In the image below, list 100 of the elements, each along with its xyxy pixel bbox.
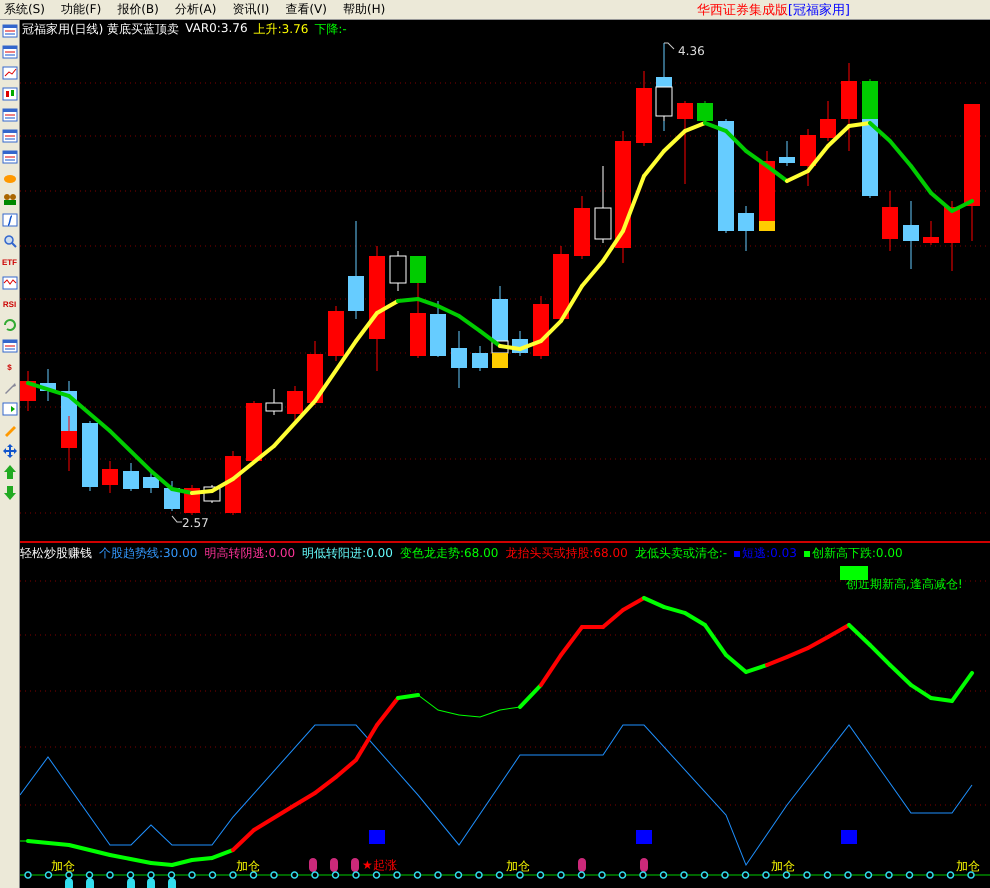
signal-dot bbox=[598, 871, 606, 879]
candlestick bbox=[779, 140, 795, 166]
menu-item[interactable]: 分析(A) bbox=[170, 1, 228, 18]
app-title: 华西证券集成版 bbox=[696, 2, 788, 18]
candlestick bbox=[328, 306, 344, 362]
signal-dot bbox=[250, 871, 258, 879]
candlestick bbox=[512, 330, 528, 356]
chart-legend-text: 上升:3.76 bbox=[254, 21, 308, 38]
signal-dot bbox=[270, 871, 278, 879]
toolbar-button[interactable]: RSI bbox=[1, 295, 18, 313]
candlestick bbox=[82, 420, 98, 492]
signal-dot bbox=[332, 871, 340, 879]
move-icon bbox=[2, 443, 18, 459]
square-icon bbox=[804, 550, 810, 556]
candlestick bbox=[738, 206, 754, 252]
candlestick bbox=[903, 200, 919, 270]
table-icon bbox=[2, 128, 18, 144]
toolbar-button[interactable] bbox=[1, 127, 18, 145]
indicator-legend-text: 龙低头卖或清仓:- bbox=[634, 545, 728, 562]
menu-item[interactable]: 报价(B) bbox=[113, 1, 171, 18]
signal-dot bbox=[639, 871, 647, 879]
sell-signal-marker bbox=[330, 858, 338, 872]
candlestick bbox=[164, 480, 180, 512]
buy-signal-marker bbox=[65, 878, 73, 888]
indicator-legend-text: 个股趋势线:30.00 bbox=[99, 545, 198, 562]
toolbar-button[interactable]: $ bbox=[1, 358, 18, 376]
signal-dot bbox=[926, 871, 934, 879]
signal-square bbox=[369, 830, 385, 844]
list-icon bbox=[2, 23, 18, 39]
signal-square bbox=[636, 830, 652, 844]
menu-item[interactable]: 查看(V) bbox=[281, 1, 339, 18]
indicator-name: 轻松炒股赚钱 bbox=[20, 545, 92, 562]
signal-dot bbox=[229, 871, 237, 879]
toolbar-button[interactable] bbox=[1, 442, 18, 460]
candlestick bbox=[40, 368, 56, 402]
candlestick bbox=[800, 128, 816, 186]
arrow-right-icon bbox=[2, 401, 18, 417]
sell-signal-marker bbox=[578, 858, 586, 872]
toolbar-button[interactable] bbox=[1, 64, 18, 82]
square-icon bbox=[734, 550, 740, 556]
table-icon bbox=[2, 44, 18, 60]
leader-line bbox=[172, 516, 182, 522]
signal-dot bbox=[844, 871, 852, 879]
sell-signal-marker bbox=[309, 858, 317, 872]
candlestick bbox=[266, 388, 282, 416]
rise-signal-label: ★起涨 bbox=[362, 858, 397, 872]
function-icon bbox=[2, 212, 18, 228]
signal-dot bbox=[393, 871, 401, 879]
candlestick bbox=[20, 370, 36, 412]
toolbar-button[interactable] bbox=[1, 211, 18, 229]
signal-dot bbox=[516, 871, 524, 879]
candlestick bbox=[882, 190, 898, 252]
sell-signal-marker bbox=[351, 858, 359, 872]
candlestick-icon bbox=[2, 86, 18, 102]
leader-line bbox=[664, 42, 674, 50]
signal-dot bbox=[618, 871, 626, 879]
candlestick bbox=[451, 330, 467, 388]
signal-dot bbox=[24, 871, 32, 879]
candlestick bbox=[307, 340, 323, 406]
signal-dot bbox=[147, 871, 155, 879]
signal-dot bbox=[536, 871, 544, 879]
signal-dot bbox=[660, 871, 668, 879]
toolbar-button[interactable] bbox=[1, 43, 18, 61]
candlestick bbox=[697, 100, 713, 124]
candlestick bbox=[246, 400, 262, 464]
chart-legend-text: 冠福家用(日线) 黄底买蓝顶卖 bbox=[22, 21, 180, 38]
wave-chart-icon bbox=[2, 275, 18, 291]
menu-item[interactable]: 帮助(H) bbox=[338, 1, 398, 18]
toolbar-button[interactable] bbox=[1, 22, 18, 40]
toolbar-button[interactable] bbox=[1, 85, 18, 103]
add-position-label: 加仓 bbox=[771, 859, 795, 873]
candlestick bbox=[820, 100, 836, 142]
chart-legend-text: 下降:- bbox=[314, 21, 347, 38]
new-high-marker bbox=[840, 566, 868, 580]
candlestick bbox=[472, 346, 488, 372]
candlestick bbox=[102, 460, 118, 494]
signal-dot bbox=[454, 871, 462, 879]
buy-signal-marker bbox=[127, 878, 135, 888]
signal-dot bbox=[946, 871, 954, 879]
menu-item[interactable]: 资讯(I) bbox=[228, 1, 282, 18]
signal-dot bbox=[372, 871, 380, 879]
indicator-legend-text: 明低转阳进:0.00 bbox=[302, 545, 393, 562]
menu-item[interactable]: 系统(S) bbox=[0, 1, 57, 18]
toolbar-button[interactable] bbox=[1, 274, 18, 292]
people-icon bbox=[2, 191, 18, 207]
signal-dot bbox=[414, 871, 422, 879]
signal-dot bbox=[168, 871, 176, 879]
indicator-legend-text: 明高转阴逃:0.00 bbox=[204, 545, 296, 562]
signal-dot bbox=[126, 871, 134, 879]
toolbar-button[interactable] bbox=[1, 400, 18, 418]
signal-dot bbox=[721, 871, 729, 879]
candlestick bbox=[533, 296, 549, 360]
add-position-label: 加仓 bbox=[956, 859, 980, 873]
toolbar-button[interactable]: ETF bbox=[1, 253, 18, 271]
account-name: [冠福家用] bbox=[788, 2, 850, 18]
chart-legend-text: VAR0:3.76 bbox=[185, 21, 248, 37]
signal-dot bbox=[803, 871, 811, 879]
candlestick bbox=[123, 462, 139, 492]
menu-item[interactable]: 功能(F) bbox=[56, 1, 114, 18]
signal-dot bbox=[885, 871, 893, 879]
